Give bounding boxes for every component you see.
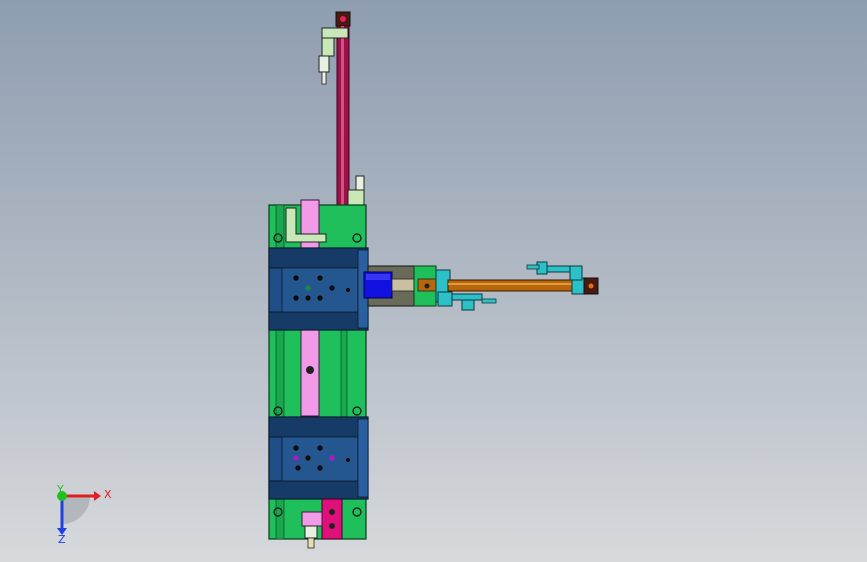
upper-sensor-body <box>318 55 330 73</box>
base-plate-inner-right <box>340 329 348 421</box>
block-hole <box>346 458 350 462</box>
block-hole <box>329 455 335 461</box>
vertical-cylinder-top-hole <box>340 16 346 22</box>
coordinate-triad-icon: X Y Z <box>56 483 112 546</box>
upper-sensor-cable <box>321 71 327 85</box>
lower-slide-block-top-flange <box>268 416 369 438</box>
lower-sensor-body <box>355 175 365 191</box>
assembly-model[interactable]: X Y Z <box>0 0 867 562</box>
cylinder-head-hole <box>424 283 430 289</box>
left-sensor-post <box>437 291 453 307</box>
cad-viewport[interactable]: X Y Z <box>0 0 867 562</box>
block-hole <box>317 275 323 281</box>
block-hole <box>293 295 299 301</box>
upper-slide-block-bottom-flange <box>268 311 369 331</box>
horizontal-cylinder-rod-highlight <box>448 283 576 285</box>
triad-z-label: Z <box>58 533 66 546</box>
lower-slide-block-right-side <box>357 418 369 498</box>
block-hole <box>305 285 311 291</box>
block-hole <box>293 455 299 461</box>
block-hole <box>346 288 350 292</box>
left-sensor-arm <box>451 293 483 301</box>
block-hole <box>317 445 323 451</box>
triad-shadow <box>62 496 90 524</box>
bottom-end-block-hole <box>329 523 335 529</box>
horizontal-cylinder-end-hole <box>588 283 594 289</box>
block-hole <box>293 275 299 281</box>
coupling <box>391 278 415 292</box>
lower-slide-block-bottom-flange <box>268 480 369 500</box>
left-sensor-cable <box>481 298 497 304</box>
bottom-end-block-hole <box>329 509 335 515</box>
bottom-sensor-cable <box>307 537 315 549</box>
triad-x-arrow <box>94 491 101 501</box>
block-hole <box>317 465 323 471</box>
motor-highlight <box>366 274 390 280</box>
upper-sensor-bracket <box>321 27 349 39</box>
bottom-guide-rail <box>301 511 323 527</box>
block-hole <box>305 295 311 301</box>
horizontal-actuator[interactable] <box>363 261 599 311</box>
right-sensor-post <box>569 265 583 281</box>
upper-slide-block-top-flange <box>268 247 369 269</box>
right-sensor-cable <box>526 264 540 270</box>
upper-sensor-bracket-arm <box>321 37 335 57</box>
block-hole <box>305 455 311 461</box>
bottom-end-block <box>321 498 343 540</box>
block-hole <box>293 445 299 451</box>
triad-y-label: Y <box>56 483 64 496</box>
block-hole <box>329 285 335 291</box>
block-hole <box>295 465 301 471</box>
bottom-sensor-body <box>304 525 318 539</box>
upper-slide-block[interactable] <box>268 247 369 331</box>
horizontal-cylinder-rod <box>447 279 577 292</box>
block-hole <box>317 295 323 301</box>
left-sensor-body <box>461 299 475 311</box>
guide-rail-bolt <box>306 366 314 374</box>
lower-slide-block[interactable] <box>268 416 369 500</box>
triad-x-label: X <box>104 488 112 501</box>
